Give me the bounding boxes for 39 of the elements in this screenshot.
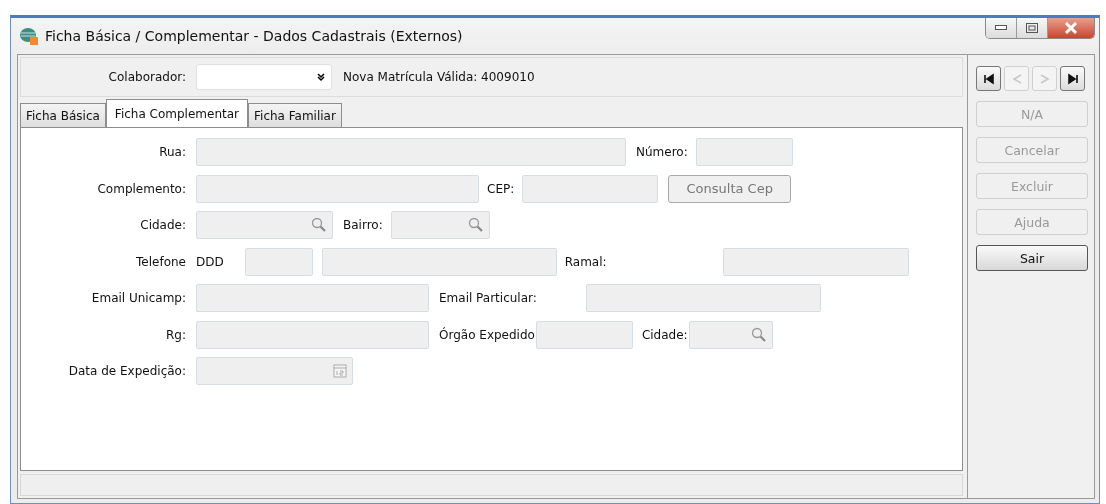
field-label: CEP: [487, 181, 515, 196]
registration-number-text: Nova Matrícula Válida: 4009010 [343, 70, 535, 84]
field-label: Telefone [135, 254, 186, 269]
close-icon [1064, 22, 1078, 34]
field-label: Número: [636, 145, 688, 160]
tab[interactable]: Ficha Complementar [105, 99, 248, 127]
calendar-icon [333, 364, 347, 379]
colaborador-dropdown[interactable] [196, 64, 332, 90]
first-arrow-icon [981, 71, 996, 86]
first-record-button[interactable] [976, 66, 1001, 91]
action-button[interactable]: Sair [976, 245, 1088, 271]
field-label: Complemento: [96, 181, 186, 196]
field-label: Cidade: [641, 327, 688, 342]
double-chevron-icon [317, 72, 325, 82]
tab[interactable]: Ficha Básica [20, 103, 106, 127]
minimize-icon [995, 25, 1007, 31]
field-label: Colaborador: [107, 70, 186, 84]
field-label: Email Unicamp: [90, 291, 186, 306]
search-icon [467, 217, 484, 234]
field-label: Ramal: [564, 254, 607, 269]
field-label: Data de Expedição: [67, 364, 186, 379]
search-icon [311, 217, 327, 234]
last-arrow-icon [1065, 71, 1080, 86]
window-title: Ficha Básica / Complementar - Dados Cadastrais (Externos) [45, 28, 464, 44]
app-icon [19, 26, 39, 46]
field-label: DDD [196, 254, 224, 269]
field-label: Bairro: [343, 218, 383, 233]
maximize-button[interactable] [1017, 18, 1048, 38]
close-button[interactable] [1048, 18, 1094, 38]
minimize-button[interactable] [986, 18, 1017, 38]
tab[interactable]: Ficha Familiar [248, 103, 342, 127]
search-icon [750, 326, 767, 343]
field-label: Rg: [165, 327, 186, 342]
maximize-icon [1026, 23, 1038, 33]
last-record-button[interactable] [1060, 66, 1085, 91]
field-label: Cidade: [139, 218, 186, 233]
field-label: Email Particular: [439, 291, 537, 306]
field-label: Rua: [158, 145, 186, 160]
field-label: Órgão Expedido [439, 327, 535, 342]
